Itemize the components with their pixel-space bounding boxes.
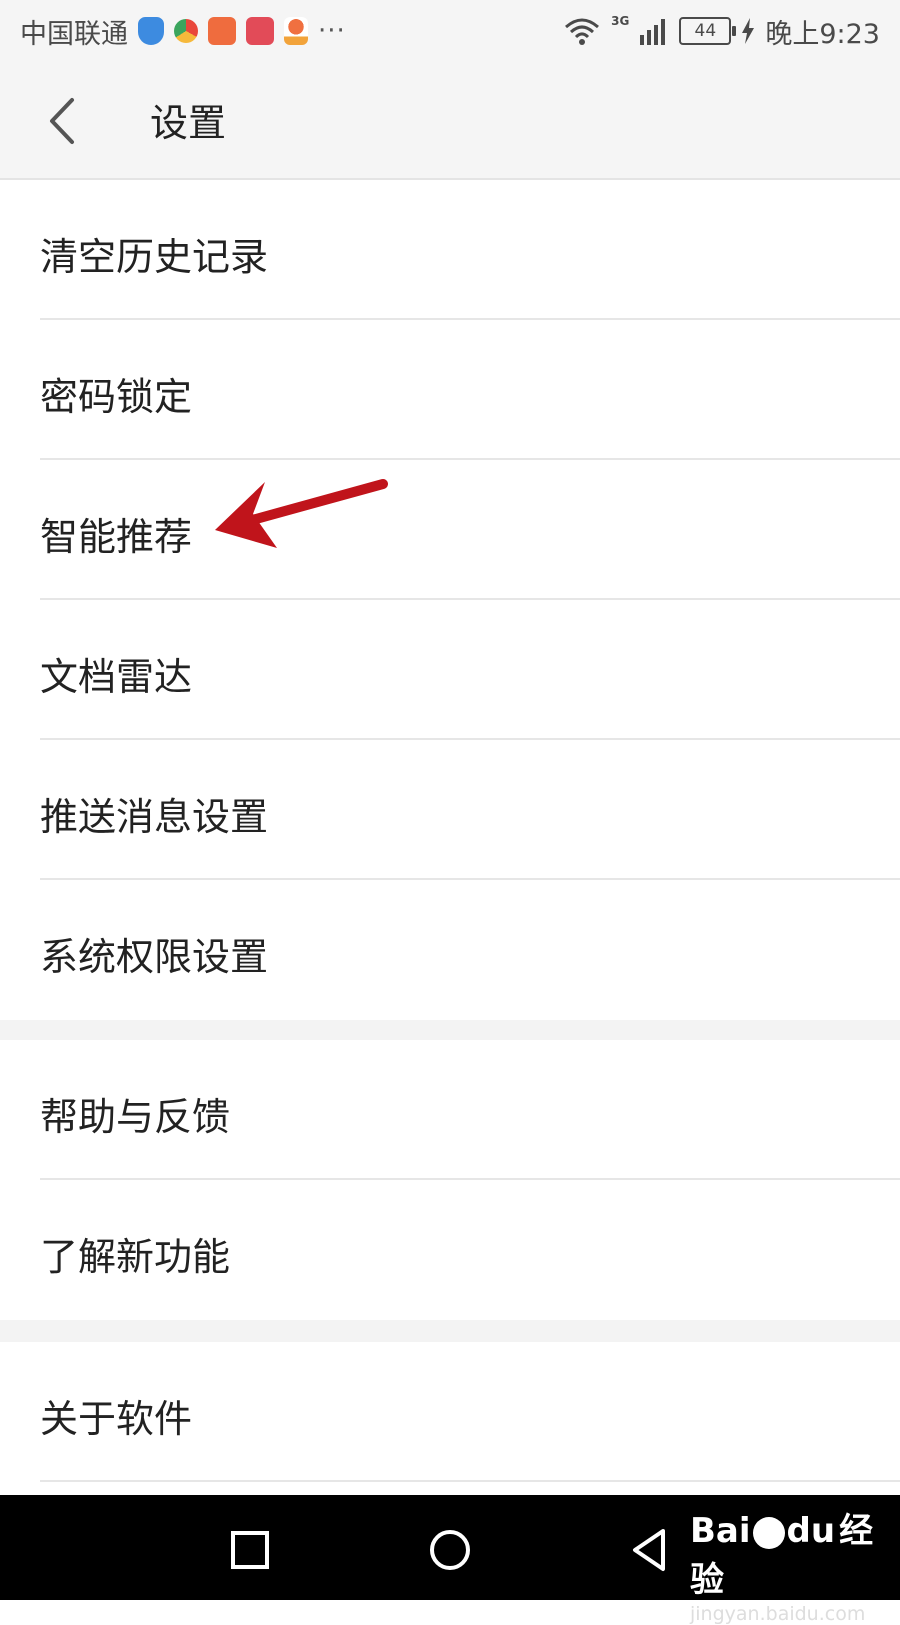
baidu-logo: Bai du 经验 (690, 1503, 900, 1601)
setting-new-features[interactable]: 了解新功能 (0, 1180, 900, 1320)
chevron-left-icon[interactable] (40, 94, 90, 148)
paw-icon (752, 1516, 785, 1549)
more-notifications-icon: ··· (318, 16, 346, 46)
home-icon[interactable] (425, 1525, 475, 1575)
charging-icon (742, 18, 755, 44)
divider (40, 1480, 900, 1482)
setting-document-radar[interactable]: 文档雷达 (0, 600, 900, 740)
logo-text-right: du (786, 1511, 836, 1551)
camera-lens-icon (174, 19, 198, 43)
setting-clear-history[interactable]: 清空历史记录 (0, 180, 900, 320)
setting-label: 了解新功能 (40, 1235, 231, 1279)
setting-label: 文档雷达 (40, 655, 193, 699)
status-right: 3G 44 晚上9:23 (563, 12, 880, 51)
watermark-url: jingyan.baidu.com (690, 1603, 866, 1625)
settings-group-1: 清空历史记录 密码锁定 智能推荐 文档雷达 推送消息设置 系统权限设置 (0, 180, 900, 1020)
back-triangle-icon[interactable] (625, 1525, 675, 1575)
setting-system-permissions[interactable]: 系统权限设置 (0, 880, 900, 1020)
section-separator (0, 1020, 900, 1040)
settings-group-2: 帮助与反馈 了解新功能 (0, 1040, 900, 1320)
status-left: 中国联通 ··· (20, 12, 346, 51)
app-header: 设置 (0, 62, 900, 180)
setting-about[interactable]: 关于软件 (0, 1342, 900, 1482)
settings-group-3: 关于软件 (0, 1342, 900, 1482)
status-bar: 中国联通 ··· 3G 44 晚上9:23 (0, 0, 900, 62)
setting-label: 密码锁定 (40, 375, 193, 419)
setting-password-lock[interactable]: 密码锁定 (0, 320, 900, 460)
setting-help-feedback[interactable]: 帮助与反馈 (0, 1040, 900, 1180)
setting-label: 清空历史记录 (40, 235, 269, 279)
shield-icon (138, 17, 164, 45)
wifi-icon (565, 18, 600, 45)
clock: 晚上9:23 (765, 18, 880, 50)
heart-app-icon (246, 17, 274, 45)
carrier-name: 中国联通 (20, 18, 128, 50)
setting-push-messages[interactable]: 推送消息设置 (0, 740, 900, 880)
recent-apps-icon[interactable] (225, 1525, 275, 1575)
page-title: 设置 (150, 101, 227, 145)
setting-label: 帮助与反馈 (40, 1095, 231, 1139)
section-separator (0, 1320, 900, 1342)
setting-smart-recommend[interactable]: 智能推荐 (0, 460, 900, 600)
setting-label: 系统权限设置 (40, 935, 269, 979)
setting-label: 推送消息设置 (40, 795, 269, 839)
setting-label: 智能推荐 (40, 515, 193, 559)
battery-level: 44 (679, 17, 737, 45)
signal-icon (640, 19, 666, 45)
setting-label: 关于软件 (40, 1397, 193, 1441)
map-pin-icon (284, 17, 308, 45)
red-arrow-icon (215, 479, 388, 548)
baidu-jingyan-watermark: Bai du 经验 jingyan.baidu.com (690, 1503, 900, 1625)
logo-text-left: Bai (690, 1511, 751, 1551)
network-type: 3G (611, 14, 630, 28)
bank-app-icon (208, 17, 236, 45)
